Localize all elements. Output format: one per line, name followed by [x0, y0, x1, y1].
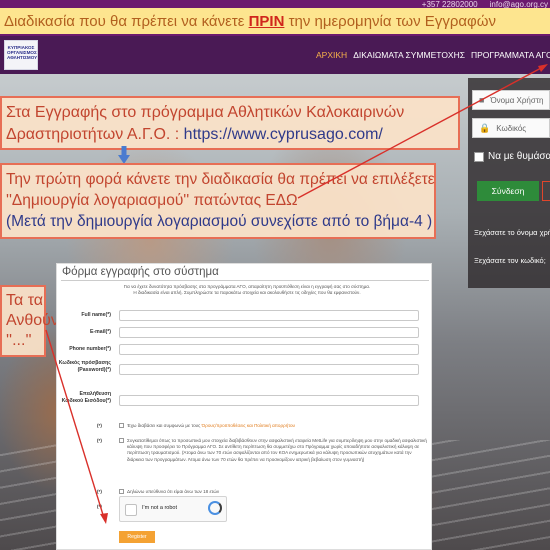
- step2-line2: ''Δημιουργία λογαριασμού'' πατώντας ΕΔΩ: [6, 192, 298, 209]
- logo-text: ΚΥΠΡΙΑΚΟΣ ΟΡΓΑΝΙΣΜΟΣ ΑΘΛΗΤΙΣΜΟΥ: [7, 45, 38, 61]
- insurance-consent-row: (*) Συγκατατίθεμαι όπως τα προσωπικά μου…: [97, 438, 427, 484]
- confirm-password-label: Επαλήθευση Κωδικού Εισόδου(*): [61, 391, 111, 404]
- terms-checkbox[interactable]: [119, 423, 124, 428]
- remember-me[interactable]: Να με θυμάσαι: [474, 151, 550, 162]
- nav-item-rights[interactable]: ΔΙΚΑΙΩΜΑΤΑ ΣΥΜΜΕΤΟΧΗΣ: [353, 50, 465, 60]
- create-account-highlight[interactable]: [542, 181, 550, 201]
- fullname-input[interactable]: [119, 310, 419, 321]
- confirm-password-input[interactable]: [119, 395, 419, 406]
- user-icon: ■: [479, 95, 485, 105]
- banner-text-after: την ημερομηνία των Εγγραφών: [288, 12, 496, 30]
- age-checkbox[interactable]: [119, 489, 124, 494]
- terms-text: Έχω διαβάσει και συμφωνώ με τους: [127, 423, 202, 428]
- forgot-username-link[interactable]: Ξεχάσατε το όνομα χρήστη;: [474, 228, 550, 237]
- email-input[interactable]: [119, 327, 419, 338]
- step1-line2: Δραστηριοτήτων Α.Γ.Ο. : https://www.cypr…: [6, 124, 454, 146]
- password-placeholder: Κωδικός: [496, 123, 527, 133]
- down-arrow-icon: [118, 146, 130, 164]
- captcha-required-row: (*): [97, 504, 117, 512]
- lock-icon: 🔒: [479, 122, 491, 133]
- terms-text-wrap: Έχω διαβάσει και συμφωνώ με τους Όρους/π…: [127, 423, 295, 429]
- banner-text-before: Διαδικασία που θα πρέπει να κάνετε: [4, 12, 245, 30]
- remember-checkbox[interactable]: [474, 151, 484, 162]
- age-required-mark: (*): [97, 489, 102, 494]
- recaptcha-checkbox[interactable]: [125, 504, 137, 516]
- insurance-required-mark: (*): [97, 438, 102, 443]
- form-divider: [61, 280, 429, 281]
- phone-label: Phone number(*): [69, 346, 111, 352]
- captcha-required-mark: (*): [97, 504, 102, 509]
- instruction-banner: Διαδικασία που θα πρέπει να κάνετε ΠΡΙΝ …: [0, 8, 550, 34]
- recaptcha-label: I'm not a robot: [142, 505, 177, 511]
- fullname-label: Full name(*): [81, 312, 111, 318]
- callout-step2: Την πρώτη φορά κάνετε την διαδικασία θα …: [0, 163, 436, 239]
- form-intro: Για να έχετε δυνατότητα πρόσβασης στα πρ…: [77, 284, 417, 297]
- password-field[interactable]: 🔒 Κωδικός: [472, 118, 550, 138]
- form-intro-line2: Η διαδικασία είναι απλή. Συμπληρώστε τα …: [133, 290, 361, 296]
- recaptcha-logo-icon: [208, 501, 222, 515]
- insurance-checkbox[interactable]: [119, 438, 124, 443]
- username-field[interactable]: ■ Όνομα Χρήστη: [472, 90, 550, 110]
- remember-label: Να με θυμάσαι: [488, 151, 550, 162]
- step3-line3: ''...'': [6, 332, 32, 349]
- recaptcha-widget[interactable]: I'm not a robot: [119, 496, 227, 522]
- terms-link[interactable]: Όρους/προϋποθέσεις και Πολιτική απορρήτο…: [202, 423, 295, 428]
- step2-line3: (Μετά την δημιουργία λογαριασμού συνεχίσ…: [6, 213, 433, 230]
- forgot-password-link[interactable]: Ξεχάσατε τον κωδικό;: [474, 256, 546, 265]
- registration-form: Φόρμα εγγραφής στο σύστημα Για να έχετε …: [56, 263, 432, 550]
- terms-required-mark: (*): [97, 423, 102, 428]
- step2-line1: Την πρώτη φορά κάνετε την διαδικασία θα …: [6, 171, 435, 188]
- step1-line1: Στα Εγγραφής στο πρόγραμμα Αθλητικών Καλ…: [6, 104, 405, 121]
- step1-url[interactable]: https://www.cyprusago.com/: [184, 126, 383, 143]
- age-text: Δηλώνω υπεύθυνα ότι είμαι άνω των 18 ετώ…: [127, 489, 220, 494]
- insurance-text: Συγκατατίθεμαι όπως τα προσωπικά μου στο…: [127, 438, 427, 462]
- step3-line1: Τα τα: [6, 292, 44, 309]
- callout-step1: Στα Εγγραφής στο πρόγραμμα Αθλητικών Καλ…: [0, 96, 460, 150]
- step1-line2-text: Δραστηριοτήτων Α.Γ.Ο. :: [6, 126, 184, 143]
- phone-input[interactable]: [119, 344, 419, 355]
- banner-text-strong: ΠΡΙΝ: [248, 12, 285, 30]
- password-label: Κωδικός πρόσβασης (Password)(*): [58, 360, 111, 373]
- register-button[interactable]: Register: [119, 531, 155, 543]
- main-nav: ΑΡΧΙΚΗ ΔΙΚΑΙΩΜΑΤΑ ΣΥΜΜΕΤΟΧΗΣ ΠΡΟΓΡΑΜΜΑΤΑ…: [316, 50, 550, 60]
- login-button[interactable]: Σύνδεση: [477, 181, 539, 201]
- callout-step3: Τα τα Ανθούν ''...'': [0, 285, 59, 357]
- username-placeholder: Όνομα Χρήστη: [490, 95, 544, 105]
- step3-line2: Ανθούν: [6, 312, 59, 329]
- terms-row: (*) Έχω διαβάσει και συμφωνώ με τους Όρο…: [97, 423, 427, 431]
- email-label: E-mail(*): [89, 329, 111, 335]
- form-title: Φόρμα εγγραφής στο σύστημα: [62, 266, 219, 278]
- password-input[interactable]: [119, 364, 419, 375]
- nav-item-programs[interactable]: ΠΡΟΓΡΑΜΜΑΤΑ ΑΓΟ: [471, 50, 550, 60]
- nav-item-home[interactable]: ΑΡΧΙΚΗ: [316, 50, 347, 60]
- ago-logo[interactable]: ΚΥΠΡΙΑΚΟΣ ΟΡΓΑΝΙΣΜΟΣ ΑΘΛΗΤΙΣΜΟΥ: [4, 40, 38, 70]
